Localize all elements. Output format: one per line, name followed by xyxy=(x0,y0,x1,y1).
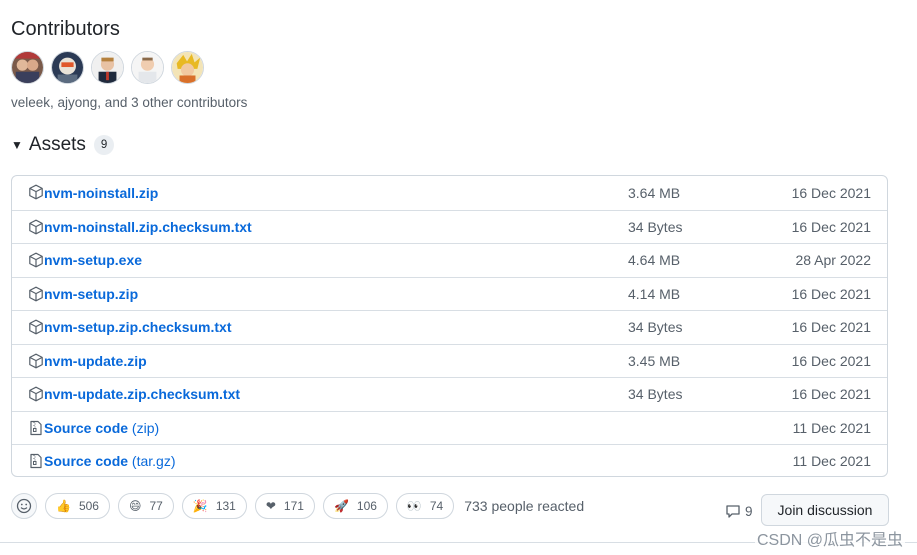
asset-link[interactable]: nvm-update.zip.checksum.txt xyxy=(44,386,240,402)
reaction-emoji-icon: 👍 xyxy=(56,499,71,513)
watermark: CSDN @瓜虫不是虫 xyxy=(754,526,905,550)
avatar[interactable] xyxy=(171,51,204,84)
asset-size: 3.64 MB xyxy=(628,184,681,201)
reactions-summary: 733 people reacted xyxy=(464,498,585,514)
asset-link[interactable]: Source code (zip) xyxy=(44,420,159,436)
comment-icon xyxy=(726,505,740,518)
contributors-summary: veleek, ajyong, and 3 other contributors xyxy=(11,95,248,110)
package-icon xyxy=(28,353,44,369)
reaction-count: 171 xyxy=(283,499,304,513)
asset-date: 16 Dec 2021 xyxy=(791,184,871,201)
avatar[interactable] xyxy=(91,51,124,84)
reaction-emoji-icon: 🚀 xyxy=(333,499,349,513)
asset-link[interactable]: nvm-update.zip xyxy=(44,353,147,369)
file-zip-icon xyxy=(28,453,44,469)
asset-date: 16 Dec 2021 xyxy=(791,285,871,302)
asset-link[interactable]: nvm-noinstall.zip.checksum.txt xyxy=(44,219,252,235)
asset-size: 34 Bytes xyxy=(628,218,683,235)
asset-date: 28 Apr 2022 xyxy=(795,252,871,269)
caret-down-icon[interactable]: ▼ xyxy=(11,138,23,152)
asset-row: nvm-setup.zip.checksum.txt 34 Bytes 16 Dec… xyxy=(12,310,887,344)
reaction-emoji-icon: 🎉 xyxy=(192,499,208,513)
assets-header[interactable]: ▼ Assets 9 xyxy=(11,134,115,156)
package-icon xyxy=(28,386,44,402)
asset-row: Source code (tar.gz) 11 Dec 2021 xyxy=(12,444,887,476)
assets-count-badge: 9 xyxy=(93,135,115,155)
asset-size: 4.14 MB xyxy=(628,285,681,302)
asset-format: (tar.gz) xyxy=(128,453,176,470)
reaction-emoji-icon: ❤ xyxy=(265,499,276,513)
contributor-avatars xyxy=(11,51,204,84)
comment-count[interactable]: 9 xyxy=(725,503,753,519)
comment-count-value: 9 xyxy=(745,503,753,519)
join-discussion-button[interactable]: Join discussion xyxy=(761,494,889,526)
assets-list: nvm-noinstall.zip 3.64 MB 16 Dec 2021 nvm-n… xyxy=(11,175,888,477)
asset-format: (zip) xyxy=(128,419,160,436)
reaction-button[interactable]: ❤ 171 xyxy=(254,493,315,519)
asset-link[interactable]: Source code (tar.gz) xyxy=(44,453,176,469)
reaction-button[interactable]: 🚀 106 xyxy=(322,493,388,519)
reaction-button[interactable]: 👀 74 xyxy=(395,493,455,519)
smiley-icon xyxy=(16,498,32,514)
reaction-count: 106 xyxy=(356,499,377,513)
asset-date: 11 Dec 2021 xyxy=(792,453,871,470)
asset-size: 4.64 MB xyxy=(628,252,681,269)
reaction-button[interactable]: 👍 506 xyxy=(45,493,110,519)
asset-date: 16 Dec 2021 xyxy=(791,386,871,403)
asset-size: 3.45 MB xyxy=(628,352,681,369)
asset-row: nvm-setup.exe 4.64 MB 28 Apr 2022 xyxy=(12,243,887,277)
package-icon xyxy=(28,219,44,235)
package-icon xyxy=(28,184,44,200)
asset-date: 11 Dec 2021 xyxy=(792,419,871,436)
asset-size: 34 Bytes xyxy=(628,386,683,403)
avatar[interactable] xyxy=(51,51,84,84)
asset-row: nvm-update.zip 3.45 MB 16 Dec 2021 xyxy=(12,343,887,378)
asset-row: nvm-update.zip.checksum.txt 34 Bytes 16 De… xyxy=(12,377,887,411)
add-reaction-button[interactable] xyxy=(11,493,37,519)
reaction-count: 74 xyxy=(429,499,444,513)
asset-date: 16 Dec 2021 xyxy=(791,218,871,235)
reaction-emoji-icon: 😄 xyxy=(128,499,142,513)
asset-date: 16 Dec 2021 xyxy=(791,319,871,336)
asset-size: 34 Bytes xyxy=(628,319,683,336)
asset-date: 16 Dec 2021 xyxy=(791,352,871,369)
reaction-count: 131 xyxy=(215,499,236,513)
asset-link[interactable]: nvm-noinstall.zip xyxy=(44,185,158,201)
reaction-count: 506 xyxy=(78,499,99,513)
asset-row: Source code (zip) 11 Dec 2021 xyxy=(12,410,887,445)
reaction-button[interactable]: 🎉 131 xyxy=(181,493,247,519)
assets-title[interactable]: Assets xyxy=(29,134,86,156)
reaction-count: 77 xyxy=(149,499,163,513)
file-zip-icon xyxy=(28,420,44,436)
reaction-button[interactable]: 😄 77 xyxy=(117,493,174,519)
avatar[interactable] xyxy=(131,51,164,84)
package-icon xyxy=(28,319,44,335)
avatar[interactable] xyxy=(11,51,44,84)
asset-row: nvm-noinstall.zip.checksum.txt 34 Bytes 16… xyxy=(12,209,887,244)
reactions-bar: 👍 506 😄 77 🎉 131 ❤ 171 🚀 106 👀 74 733 people reacte… xyxy=(11,493,584,519)
asset-row: nvm-setup.zip 4.14 MB 16 Dec 2021 xyxy=(12,276,887,311)
reaction-emoji-icon: 👀 xyxy=(406,499,422,513)
package-icon xyxy=(28,252,44,268)
asset-row: nvm-noinstall.zip 3.64 MB 16 Dec 2021 xyxy=(12,176,887,210)
asset-link[interactable]: nvm-setup.zip.checksum.txt xyxy=(44,319,232,335)
contributors-title: Contributors xyxy=(11,18,120,40)
asset-link[interactable]: nvm-setup.exe xyxy=(44,252,142,268)
package-icon xyxy=(28,286,44,302)
asset-link[interactable]: nvm-setup.zip xyxy=(44,286,138,302)
